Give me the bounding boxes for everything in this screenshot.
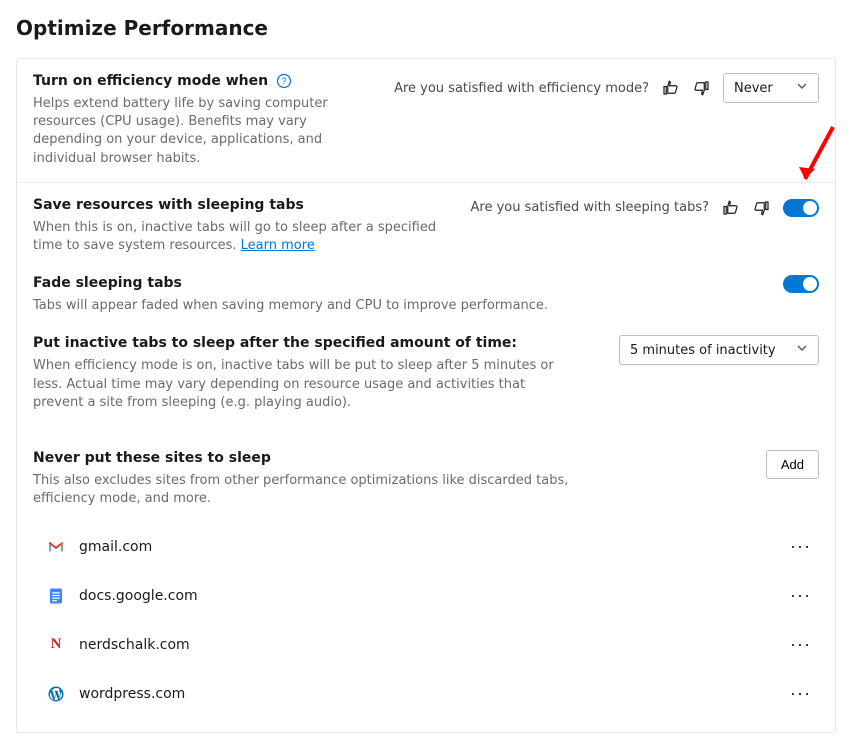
chevron-down-icon bbox=[796, 342, 808, 358]
never-sleep-title: Never put these sites to sleep bbox=[33, 450, 573, 466]
site-name: docs.google.com bbox=[79, 588, 198, 604]
efficiency-title: Turn on efficiency mode when bbox=[33, 73, 268, 89]
sleeping-desc: When this is on, inactive tabs will go t… bbox=[33, 219, 455, 255]
sleeping-feedback-text: Are you satisfied with sleeping tabs? bbox=[471, 200, 709, 215]
efficiency-select-value: Never bbox=[734, 81, 773, 96]
efficiency-section: Turn on efficiency mode when ? Helps ext… bbox=[17, 59, 835, 182]
site-name: wordpress.com bbox=[79, 686, 185, 702]
sleeping-toggle[interactable] bbox=[783, 199, 819, 217]
site-item: Nnerdschalk.com ··· bbox=[33, 620, 819, 669]
site-list: gmail.com···docs.google.com···Nnerdschal… bbox=[33, 522, 819, 718]
fade-desc: Tabs will appear faded when saving memor… bbox=[33, 297, 548, 315]
efficiency-select[interactable]: Never bbox=[723, 73, 819, 103]
sleeping-title: Save resources with sleeping tabs bbox=[33, 197, 455, 213]
chevron-down-icon bbox=[796, 80, 808, 96]
thumbs-down-icon[interactable] bbox=[751, 197, 773, 219]
more-options-button[interactable]: ··· bbox=[782, 581, 819, 610]
settings-card: Turn on efficiency mode when ? Helps ext… bbox=[16, 58, 836, 733]
site-item: gmail.com ··· bbox=[33, 522, 819, 571]
site-item: wordpress.com ··· bbox=[33, 669, 819, 718]
sleeping-section: Save resources with sleeping tabs When t… bbox=[17, 182, 835, 269]
learn-more-link[interactable]: Learn more bbox=[241, 238, 315, 253]
sleeping-desc-text: When this is on, inactive tabs will go t… bbox=[33, 220, 436, 253]
more-options-button[interactable]: ··· bbox=[782, 630, 819, 659]
timeout-select[interactable]: 5 minutes of inactivity bbox=[619, 335, 819, 365]
site-favicon-icon bbox=[47, 685, 65, 703]
fade-section: Fade sleeping tabs Tabs will appear fade… bbox=[17, 269, 835, 329]
fade-toggle[interactable] bbox=[783, 275, 819, 293]
help-icon[interactable]: ? bbox=[276, 73, 292, 89]
timeout-select-value: 5 minutes of inactivity bbox=[630, 343, 776, 358]
never-sleep-desc: This also excludes sites from other perf… bbox=[33, 472, 573, 508]
timeout-section: Put inactive tabs to sleep after the spe… bbox=[17, 329, 835, 426]
thumbs-down-icon[interactable] bbox=[691, 77, 713, 99]
thumbs-up-icon[interactable] bbox=[719, 197, 741, 219]
efficiency-feedback-text: Are you satisfied with efficiency mode? bbox=[394, 81, 649, 96]
svg-text:?: ? bbox=[282, 76, 287, 86]
site-favicon-icon: N bbox=[47, 636, 65, 654]
site-name: gmail.com bbox=[79, 539, 152, 555]
site-item: docs.google.com ··· bbox=[33, 571, 819, 620]
site-favicon-icon bbox=[47, 538, 65, 556]
more-options-button[interactable]: ··· bbox=[782, 532, 819, 561]
fade-title: Fade sleeping tabs bbox=[33, 275, 548, 291]
efficiency-desc: Helps extend battery life by saving comp… bbox=[33, 95, 378, 168]
site-favicon-icon bbox=[47, 587, 65, 605]
add-button[interactable]: Add bbox=[766, 450, 819, 479]
timeout-title: Put inactive tabs to sleep after the spe… bbox=[33, 335, 573, 351]
never-sleep-section: Never put these sites to sleep This also… bbox=[17, 426, 835, 732]
more-options-button[interactable]: ··· bbox=[782, 679, 819, 708]
page-title: Optimize Performance bbox=[16, 16, 836, 40]
thumbs-up-icon[interactable] bbox=[659, 77, 681, 99]
site-name: nerdschalk.com bbox=[79, 637, 190, 653]
timeout-desc: When efficiency mode is on, inactive tab… bbox=[33, 357, 573, 412]
